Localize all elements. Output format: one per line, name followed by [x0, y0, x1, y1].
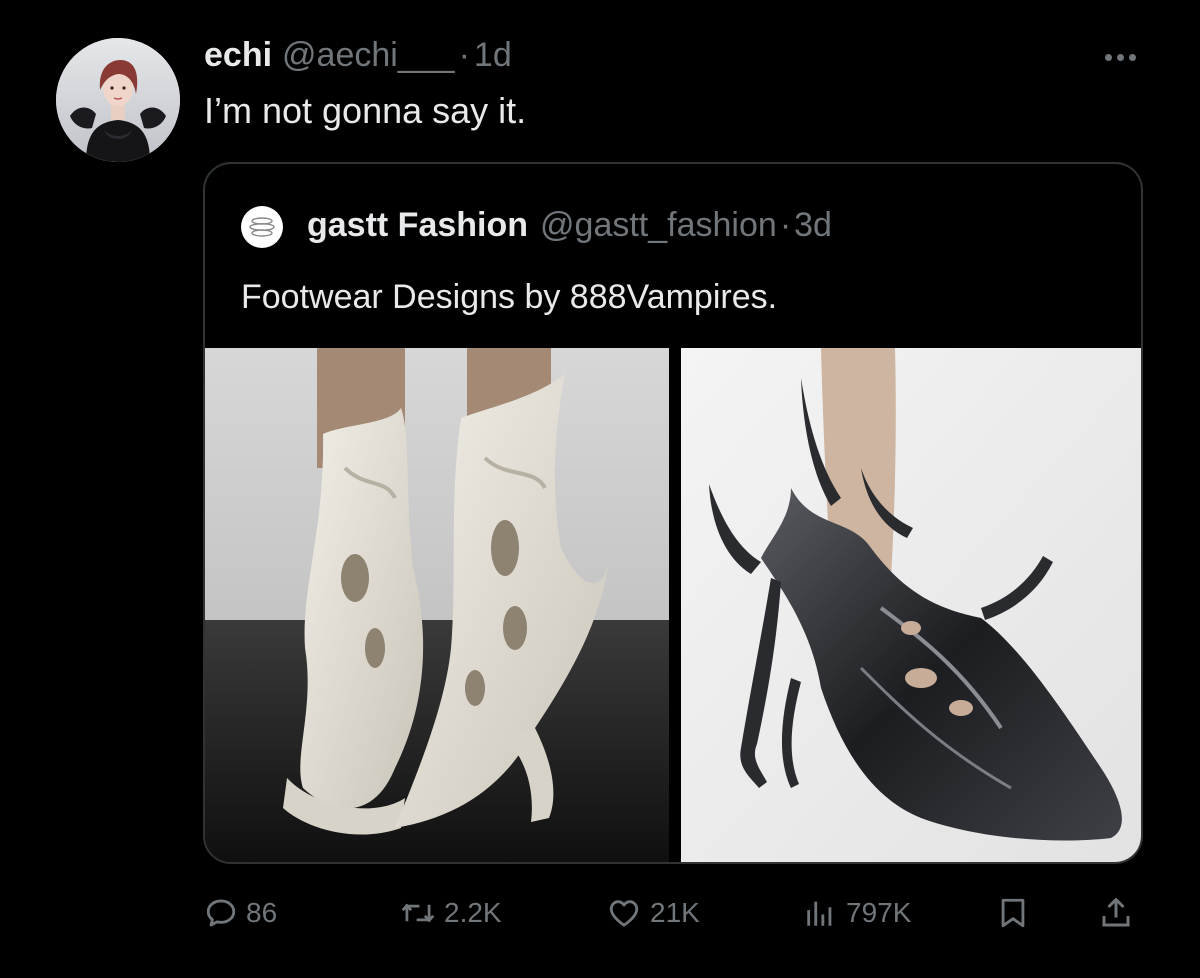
like-icon — [609, 900, 639, 927]
black-sculptural-heel-image[interactable] — [681, 348, 1141, 862]
views-button[interactable]: 797K — [802, 888, 911, 938]
action-bar: 86 2.2K 21K 797K — [0, 888, 1200, 938]
quoted-text: Footwear Designs by 888Vampires. — [241, 278, 778, 316]
more-horizontal-icon[interactable] — [1096, 40, 1144, 74]
retweet-button[interactable]: 2.2K — [400, 888, 502, 938]
retweet-count: 2.2K — [444, 897, 502, 928]
avatar[interactable] — [56, 38, 180, 162]
tweet[interactable]: echi @aechi___ · 1d I’m not gonna say it… — [0, 0, 1200, 978]
share-button[interactable] — [1098, 888, 1134, 938]
quoted-author-name[interactable]: gastt Fashion — [307, 206, 528, 245]
quoted-author-handle[interactable]: @gastt_fashion — [540, 206, 777, 245]
bookmark-button[interactable] — [996, 888, 1030, 938]
views-count: 797K — [846, 897, 912, 928]
share-icon — [1102, 898, 1130, 927]
quoted-time[interactable]: 3d — [794, 206, 832, 245]
separator-dot: · — [458, 36, 470, 74]
reply-button[interactable]: 86 — [204, 888, 277, 938]
like-button[interactable]: 21K — [606, 888, 700, 938]
bookmark-icon — [1001, 898, 1025, 928]
separator-dot: · — [779, 206, 792, 244]
author-handle[interactable]: @aechi___ — [282, 36, 455, 75]
quoted-tweet[interactable]: gastt Fashion @gastt_fashion · 3d Footwe… — [203, 162, 1143, 864]
tweet-text: I’m not gonna say it. — [204, 90, 527, 131]
author-name[interactable]: echi — [204, 36, 272, 75]
gastt-logo-icon — [249, 217, 275, 237]
tweet-time[interactable]: 1d — [474, 36, 512, 75]
quoted-header: gastt Fashion @gastt_fashion · 3d — [307, 206, 832, 245]
retweet-icon — [401, 904, 435, 922]
tweet-header: echi @aechi___ · 1d — [204, 36, 512, 80]
like-count: 21K — [650, 897, 700, 928]
reply-count: 86 — [246, 897, 278, 928]
media-grid — [205, 348, 1141, 862]
reply-icon — [206, 899, 236, 927]
quoted-avatar[interactable] — [241, 206, 283, 248]
views-icon — [807, 901, 832, 926]
white-sculptural-boots-image[interactable] — [205, 348, 669, 862]
